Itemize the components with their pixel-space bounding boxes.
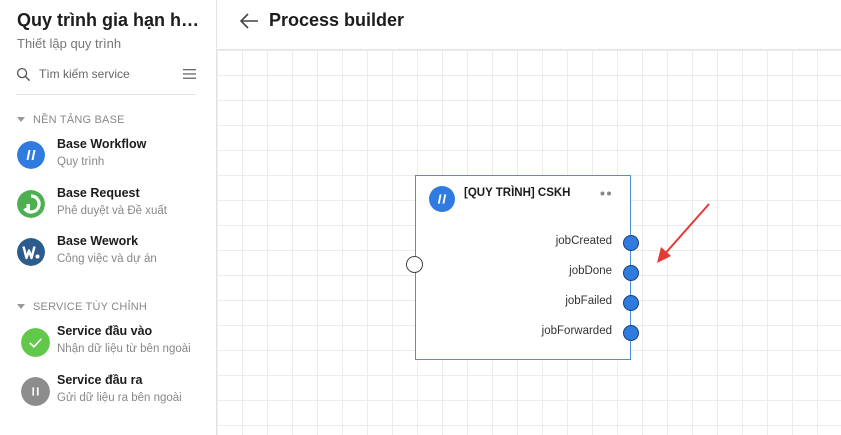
collapse-triangle-icon <box>17 116 25 122</box>
search-icon <box>16 67 31 82</box>
section-label: NỀN TẢNG BASE <box>33 114 125 126</box>
drag-handle-icon[interactable] <box>600 191 612 196</box>
service-name: Service đầu ra <box>57 373 143 387</box>
service-item-base-request[interactable]: Base Request Phê duyệt và Đề xuất <box>0 186 216 230</box>
service-name: Base Wework <box>57 234 139 248</box>
sidebar: Quy trình gia hạn hợ... Thiết lập quy tr… <box>0 0 217 435</box>
collapse-triangle-icon <box>17 303 25 309</box>
output-label-jobcreated: jobCreated <box>555 235 612 247</box>
section-header-base[interactable]: NỀN TẢNG BASE <box>17 114 125 126</box>
output-label-jobforwarded: jobForwarded <box>541 325 612 337</box>
output-port-jobforwarded[interactable] <box>623 325 639 341</box>
service-item-input[interactable]: Service đầu vào Nhận dữ liệu từ bên ngoà… <box>0 324 216 368</box>
pause-icon <box>21 377 50 406</box>
section-header-custom[interactable]: SERVICE TÙY CHỈNH <box>17 301 147 313</box>
service-item-output[interactable]: Service đầu ra Gửi dữ liệu ra bên ngoài <box>0 373 216 417</box>
base-workflow-icon <box>17 141 45 169</box>
app-subtitle: Thiết lập quy trình <box>17 36 122 51</box>
base-workflow-icon <box>429 186 455 212</box>
top-header: Process builder <box>217 0 841 50</box>
app-title: Quy trình gia hạn hợ... <box>17 10 207 30</box>
process-node[interactable]: [QUY TRÌNH] CSKH jobCreated jobDone jobF… <box>406 175 639 360</box>
base-request-icon <box>17 190 45 218</box>
section-label: SERVICE TÙY CHỈNH <box>33 301 148 313</box>
service-desc: Quy trình <box>57 156 105 168</box>
service-desc: Nhận dữ liệu từ bên ngoài <box>57 343 191 355</box>
page-title: Process builder <box>269 10 405 30</box>
service-item-base-wework[interactable]: Base Wework Công việc và dự án <box>0 234 216 278</box>
check-icon <box>21 328 50 357</box>
service-name: Service đầu vào <box>57 324 153 338</box>
back-arrow-icon[interactable] <box>239 12 259 30</box>
input-port[interactable] <box>406 256 423 273</box>
output-label-jobdone: jobDone <box>569 265 612 277</box>
output-label-jobfailed: jobFailed <box>565 295 612 307</box>
service-desc: Phê duyệt và Đề xuất <box>57 205 167 217</box>
service-desc: Gửi dữ liệu ra bên ngoài <box>57 392 182 404</box>
output-port-jobdone[interactable] <box>623 265 639 281</box>
node-title: [QUY TRÌNH] CSKH <box>464 187 571 199</box>
menu-icon[interactable] <box>183 68 196 80</box>
service-item-base-workflow[interactable]: Base Workflow Quy trình <box>0 137 216 181</box>
output-port-jobcreated[interactable] <box>623 235 639 251</box>
search-input[interactable]: Tìm kiếm service <box>39 67 130 81</box>
service-name: Base Request <box>57 186 140 200</box>
process-canvas[interactable]: [QUY TRÌNH] CSKH jobCreated jobDone jobF… <box>217 50 841 435</box>
base-wework-icon <box>17 238 45 266</box>
service-desc: Công việc và dự án <box>57 253 157 265</box>
output-port-jobfailed[interactable] <box>623 295 639 311</box>
search-bar[interactable]: Tìm kiếm service <box>16 60 196 95</box>
service-name: Base Workflow <box>57 137 147 151</box>
annotation-arrow-icon <box>657 203 710 263</box>
